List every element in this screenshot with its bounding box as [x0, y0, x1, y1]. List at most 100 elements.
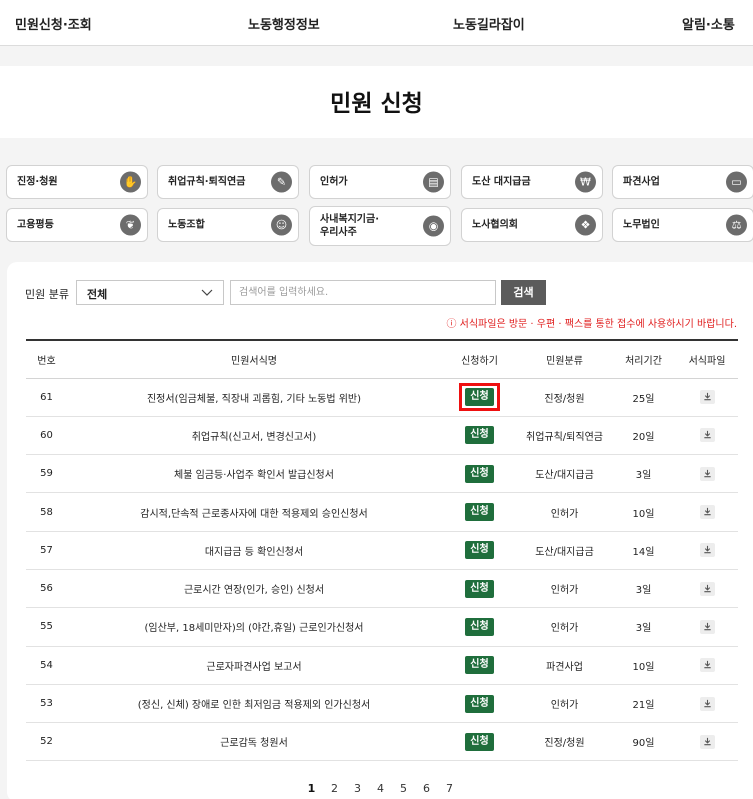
download-icon[interactable]: [699, 428, 715, 443]
row-no: 52: [26, 722, 67, 762]
apply-button[interactable]: 신청: [465, 426, 494, 445]
apply-button[interactable]: 신청: [465, 694, 494, 713]
row-period: 14일: [611, 531, 676, 570]
row-period: 10일: [611, 492, 676, 532]
page-link[interactable]: 6: [415, 782, 438, 795]
page-title: 민원 신청: [330, 91, 423, 117]
people-icon: ☺: [271, 214, 292, 236]
row-category: 도산/대지급금: [518, 454, 611, 494]
category-welfare-fund[interactable]: 사내복지기금· 우리사주 ◉: [309, 206, 451, 246]
row-apply-cell: 신청: [441, 607, 518, 647]
apply-button[interactable]: 신청: [465, 656, 494, 675]
table-row: 57 대지급금 등 확인신청서 신청 도산/대지급금 14일: [26, 531, 738, 570]
row-period: 3일: [611, 607, 676, 647]
category-label: 진정·청원: [17, 176, 58, 188]
row-category: 진정/청원: [518, 722, 611, 762]
row-apply-cell: 신청: [441, 378, 518, 417]
category-insolvency[interactable]: 도산 대지급금 ₩: [461, 165, 603, 199]
search-button[interactable]: 검색: [501, 280, 546, 305]
download-icon[interactable]: [699, 581, 715, 596]
category-label: 인허가: [320, 176, 348, 188]
category-equality[interactable]: 고용평등 ❦: [6, 208, 148, 242]
download-icon[interactable]: [699, 619, 715, 634]
row-file-cell: [676, 454, 738, 494]
apply-wrap: 신청: [462, 462, 496, 486]
category-union[interactable]: 노동조합 ☺: [157, 208, 299, 242]
category-label: 노무법인: [623, 219, 660, 231]
meeting-icon: ❖: [575, 214, 596, 236]
category-label: 노동조합: [168, 219, 205, 231]
form-table: 번호 민원서식명 신청하기 민원분류 처리기간 서식파일 61 진정서(임금체불…: [26, 339, 738, 762]
download-icon[interactable]: [699, 543, 715, 558]
page-link[interactable]: 2: [323, 782, 346, 795]
row-no: 60: [26, 416, 67, 456]
category-select[interactable]: 전체: [76, 280, 224, 305]
page-link[interactable]: 3: [346, 782, 369, 795]
page-link[interactable]: 1: [300, 782, 323, 795]
row-period: 3일: [611, 454, 676, 494]
apply-wrap: 신청: [462, 615, 496, 639]
download-icon[interactable]: [699, 505, 715, 520]
row-file-cell: [676, 416, 738, 456]
document-edit-icon: ✎: [271, 171, 292, 193]
row-form-name: 근로감독 청원서: [67, 722, 441, 762]
apply-button[interactable]: 신청: [465, 579, 494, 598]
row-category: 진정/청원: [518, 378, 611, 417]
download-icon[interactable]: [699, 390, 715, 405]
download-icon[interactable]: [699, 466, 715, 481]
category-dispatch[interactable]: 파견사업 ▭: [612, 165, 753, 199]
apply-button[interactable]: 신청: [465, 732, 494, 751]
nav-item-labor-guide[interactable]: 노동길라잡이: [453, 14, 525, 33]
row-file-cell: [676, 722, 738, 762]
row-form-name: 근로자파견사업 보고서: [67, 646, 441, 685]
table-header-row: 번호 민원서식명 신청하기 민원분류 처리기간 서식파일: [26, 340, 738, 379]
row-no: 58: [26, 492, 67, 532]
row-form-name: (정신, 신체) 장애로 인한 최저임금 적용제외 인가신청서: [67, 684, 441, 724]
category-petition[interactable]: 진정·청원 ✋: [6, 165, 148, 199]
row-period: 90일: [611, 722, 676, 762]
money-icon: ₩: [575, 171, 596, 193]
nav-item-notice[interactable]: 알림·소통: [682, 14, 735, 33]
header-file: 서식파일: [676, 340, 738, 379]
title-bar: 민원 신청: [0, 66, 753, 138]
row-file-cell: [676, 378, 738, 417]
table-row: 54 근로자파견사업 보고서 신청 파견사업 10일: [26, 646, 738, 685]
apply-wrap: 신청: [462, 653, 496, 677]
category-council[interactable]: 노사협의회 ❖: [461, 208, 603, 242]
category-label: 고용평등: [17, 219, 54, 231]
row-form-name: 감시적,단속적 근로종사자에 대한 적용제외 승인신청서: [67, 492, 441, 532]
download-icon[interactable]: [699, 696, 715, 711]
page-link[interactable]: 4: [369, 782, 392, 795]
coin-hand-icon: ◉: [423, 215, 444, 237]
row-no: 56: [26, 569, 67, 609]
download-icon[interactable]: [699, 658, 715, 673]
page-link[interactable]: 5: [392, 782, 415, 795]
table-row: 58 감시적,단속적 근로종사자에 대한 적용제외 승인신청서 신청 인허가 1…: [26, 492, 738, 532]
table-row: 59 체불 임금등·사업주 확인서 발급신청서 신청 도산/대지급금 3일: [26, 454, 738, 494]
top-navigation: 민원신청·조회 노동행정정보 노동길라잡이 알림·소통: [0, 0, 753, 46]
row-apply-cell: 신청: [441, 569, 518, 609]
header-period: 처리기간: [611, 340, 676, 379]
search-input[interactable]: [230, 280, 496, 305]
page-link[interactable]: 7: [438, 782, 461, 795]
category-label: 노사협의회: [472, 219, 518, 231]
scales-icon: ⚖: [726, 214, 747, 236]
category-labor-firm[interactable]: 노무법인 ⚖: [612, 208, 753, 242]
header-no: 번호: [26, 340, 67, 379]
category-permits[interactable]: 인허가 ▤: [309, 165, 451, 199]
row-no: 55: [26, 607, 67, 647]
document-hand-icon: ✋: [120, 171, 141, 193]
row-file-cell: [676, 646, 738, 685]
apply-button[interactable]: 신청: [465, 617, 494, 636]
apply-highlight: 신청: [459, 383, 500, 412]
apply-wrap: 신청: [462, 577, 496, 601]
download-icon[interactable]: [699, 734, 715, 749]
apply-button[interactable]: 신청: [465, 541, 494, 560]
apply-button[interactable]: 신청: [465, 388, 494, 407]
nav-item-admin-info[interactable]: 노동행정정보: [248, 14, 320, 33]
apply-button[interactable]: 신청: [465, 464, 494, 483]
apply-button[interactable]: 신청: [465, 503, 494, 522]
category-employment-rules[interactable]: 취업규칙·퇴직연금 ✎: [157, 165, 299, 199]
row-form-name: 대지급금 등 확인신청서: [67, 531, 441, 570]
nav-item-civil-apply[interactable]: 민원신청·조회: [15, 14, 92, 33]
